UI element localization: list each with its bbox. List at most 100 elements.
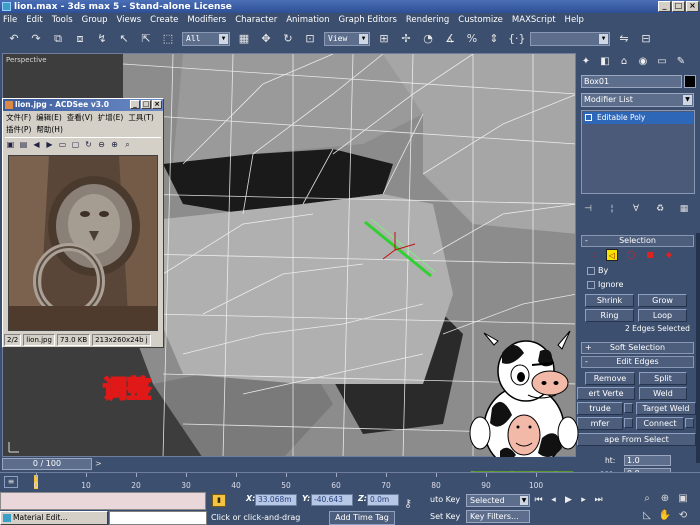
zoom-extents-icon[interactable]: ▣ (676, 492, 690, 506)
close-button[interactable]: × (686, 1, 699, 12)
configure-sets-icon[interactable]: ▦ (679, 203, 689, 215)
named-selection-sets-dropdown[interactable]: ▼ (530, 32, 610, 46)
zoom-out-icon[interactable]: ⊖ (96, 139, 107, 150)
soft-selection-rollout-header[interactable]: + Soft Selection (581, 342, 694, 354)
rotate-icon[interactable]: ↻ (83, 139, 94, 150)
acdsee-minimize-button[interactable]: _ (130, 100, 140, 109)
mini-curve-editor-icon[interactable]: ≡ (4, 476, 18, 488)
weld-button[interactable]: Weld (639, 387, 687, 400)
acdsee-menu-tools[interactable]: 工具(T) (128, 112, 153, 124)
maxscript-listener-mini[interactable] (0, 492, 206, 510)
split-button[interactable]: Split (639, 372, 687, 385)
menu-edit[interactable]: Edit (26, 15, 42, 25)
edge-icon[interactable]: ◁ (606, 249, 618, 261)
key-mode-dropdown[interactable]: Selected ▼ (466, 494, 530, 507)
acdsee-title-bar[interactable]: lion.jpg - ACDSee v3.0 _ □ × (3, 99, 163, 111)
motion-tab-icon[interactable]: ◉ (637, 56, 649, 68)
weight-spinner[interactable]: 1.0 (624, 455, 671, 466)
expand-icon[interactable] (585, 114, 592, 121)
play-icon[interactable]: ▶ (564, 494, 573, 506)
menu-file[interactable]: File (3, 15, 17, 25)
angle-snap-icon[interactable]: ∡ (442, 31, 458, 47)
time-slider-next-icon[interactable]: > (95, 459, 102, 468)
select-and-manipulate-icon[interactable]: ✢ (398, 31, 414, 47)
time-slider[interactable]: 0 / 100 > (0, 457, 577, 471)
browse-icon[interactable]: ▣ (5, 139, 16, 150)
select-and-move-icon[interactable]: ✥ (258, 31, 274, 47)
selection-filter-dropdown[interactable]: All ▼ (182, 32, 230, 46)
target-weld-button[interactable]: Target Weld (636, 402, 696, 415)
connect-settings-button[interactable] (685, 418, 694, 428)
acdsee-close-button[interactable]: × (152, 100, 162, 109)
key-filters-button[interactable]: Key Filters... (466, 510, 530, 523)
loop-button[interactable]: Loop (638, 309, 687, 322)
auto-key-button[interactable]: uto Key (430, 495, 460, 504)
utilities-tab-icon[interactable]: ✎ (675, 56, 687, 68)
menu-views[interactable]: Views (117, 15, 142, 25)
taskbar-material-editor[interactable]: Material Edit... (0, 511, 108, 525)
pin-stack-icon[interactable]: ⊣ (583, 203, 593, 215)
menu-rendering[interactable]: Rendering (406, 15, 449, 25)
x-coord-field[interactable]: 33.068m (255, 494, 297, 506)
maximize-button[interactable]: □ (672, 1, 685, 12)
acdsee-menu-help[interactable]: 帮助(H) (36, 124, 63, 136)
chamfer-button[interactable]: mfer (577, 417, 623, 430)
acdsee-menu-edit[interactable]: 编辑(E) (36, 112, 62, 124)
connect-button[interactable]: Connect (636, 417, 684, 430)
track-bar[interactable]: ≡ 0 10 20 30 40 50 60 70 80 90 100 (0, 472, 700, 491)
border-icon[interactable]: ◯ (625, 249, 637, 261)
align-icon[interactable]: ⊟ (638, 31, 654, 47)
pivot-center-icon[interactable]: ⊞ (376, 31, 392, 47)
select-object-icon[interactable]: ↖ (116, 31, 132, 47)
display-tab-icon[interactable]: ▭ (656, 56, 668, 68)
remove-button[interactable]: Remove (585, 372, 635, 385)
hierarchy-tab-icon[interactable]: ⌂ (618, 56, 630, 68)
fit-icon[interactable]: ▭ (57, 139, 68, 150)
unlink-icon[interactable]: ⧈ (72, 31, 88, 47)
extrude-settings-button[interactable] (624, 403, 633, 413)
menu-graph-editors[interactable]: Graph Editors (339, 15, 397, 25)
percent-snap-icon[interactable]: % (464, 31, 480, 47)
extrude-button[interactable]: trude (577, 402, 623, 415)
element-icon[interactable]: ◆ (663, 249, 675, 261)
polygon-icon[interactable]: ■ (644, 249, 656, 261)
rect-select-region-icon[interactable]: ⬚ (160, 31, 176, 47)
vertex-icon[interactable]: ·: (587, 249, 599, 261)
ring-button[interactable]: Ring (585, 309, 634, 322)
viewport-label[interactable]: Perspective (6, 56, 47, 64)
command-panel-scrollbar[interactable] (696, 233, 700, 463)
menu-tools[interactable]: Tools (52, 15, 73, 25)
selection-rollout-header[interactable]: - Selection (581, 235, 694, 247)
go-to-start-icon[interactable]: ⏮ (534, 494, 543, 506)
zoom-icon[interactable]: ⌕ (122, 139, 133, 150)
acdsee-menu-plugins[interactable]: 插件(P) (6, 124, 31, 136)
arc-rotate-icon[interactable]: ⟲ (676, 509, 690, 523)
pan-icon[interactable]: ✋ (658, 509, 672, 523)
acdsee-menu-file[interactable]: 文件(F) (6, 112, 31, 124)
object-name-field[interactable]: Box01 (581, 75, 682, 88)
shrink-button[interactable]: Shrink (585, 294, 634, 307)
full-screen-icon[interactable]: ▢ (70, 139, 81, 150)
time-slider-handle[interactable]: 0 / 100 (2, 458, 92, 470)
make-unique-icon[interactable]: ∀ (631, 203, 641, 215)
by-vertex-checkbox[interactable] (587, 267, 595, 275)
select-by-name-icon[interactable]: ⇱ (138, 31, 154, 47)
next-frame-icon[interactable]: ▸ (579, 494, 588, 506)
next-icon[interactable]: ▶ (44, 139, 55, 150)
zoom-in-icon[interactable]: ⊕ (109, 139, 120, 150)
ignore-backfacing-checkbox[interactable] (587, 281, 595, 289)
modifier-list-dropdown[interactable]: Modifier List ▼ (581, 93, 694, 107)
create-shape-from-selection-button[interactable]: ape From Select (577, 433, 696, 446)
zoom-all-icon[interactable]: ⊕ (658, 492, 672, 506)
z-coord-field[interactable]: 0.0m (367, 494, 399, 506)
acdsee-menu-view[interactable]: 查看(V) (67, 112, 93, 124)
menu-character[interactable]: Character (235, 15, 277, 25)
object-color-swatch[interactable] (684, 75, 696, 88)
menu-modifiers[interactable]: Modifiers (187, 15, 226, 25)
link-icon[interactable]: ⧉ (50, 31, 66, 47)
minimize-button[interactable]: _ (658, 1, 671, 12)
selection-lock-icon[interactable]: ▮ (212, 494, 226, 507)
menu-group[interactable]: Group (82, 15, 108, 25)
menu-maxscript[interactable]: MAXScript (512, 15, 556, 25)
grow-button[interactable]: Grow (638, 294, 687, 307)
